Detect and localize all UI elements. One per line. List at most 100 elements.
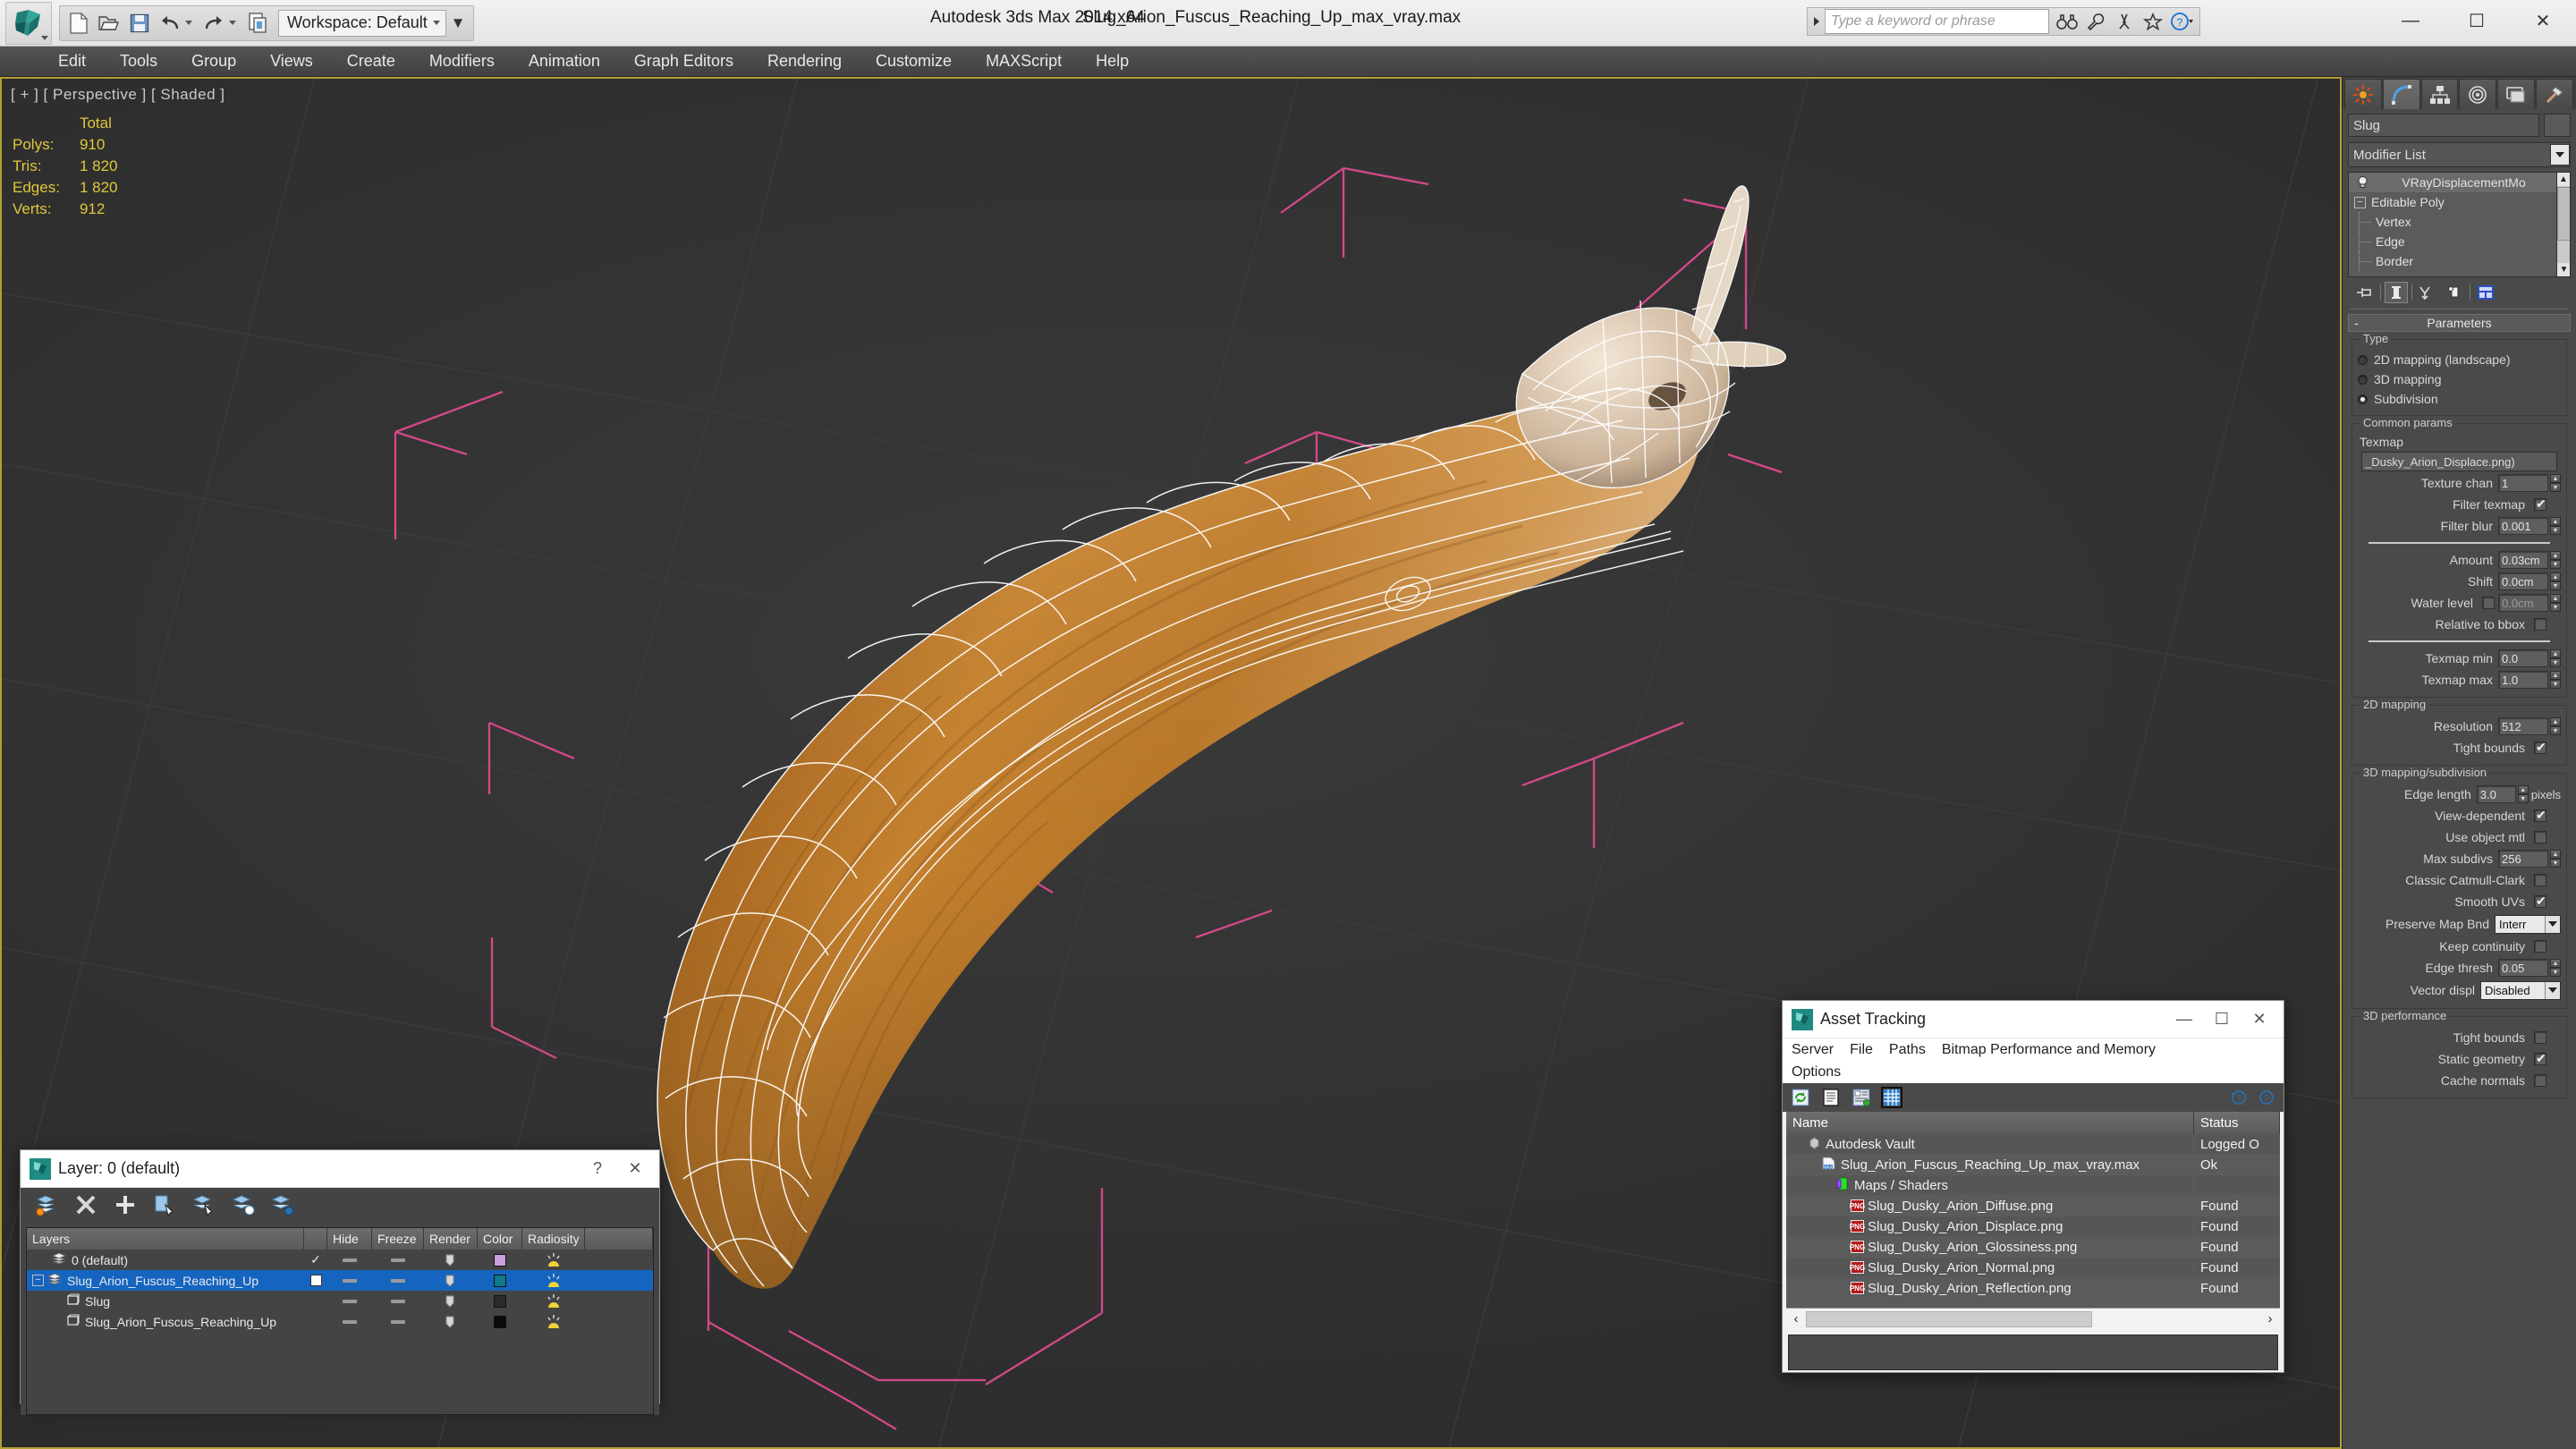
render-toggle[interactable] — [424, 1291, 478, 1311]
minimize-button[interactable]: — — [2165, 1002, 2203, 1038]
help-icon[interactable]: ? — [2255, 1087, 2276, 1108]
spinner-icon[interactable]: ▲ ▼ — [2550, 551, 2561, 569]
texmap-max-input[interactable]: 1.0 — [2498, 671, 2548, 689]
spinner-icon[interactable]: ▲ ▼ — [2550, 474, 2561, 492]
close-button[interactable]: ✕ — [616, 1151, 654, 1187]
scroll-left-icon[interactable]: ‹ — [1786, 1311, 1806, 1326]
table-row[interactable]: 0 (default) ✓ — [27, 1250, 653, 1270]
table-row[interactable]: PNG Slug_Dusky_Arion_Reflection.png Foun… — [1786, 1278, 2280, 1299]
help-new-icon[interactable]: ? — [2226, 1087, 2248, 1108]
display-tab[interactable] — [2497, 79, 2536, 109]
minimize-button[interactable]: — — [2377, 0, 2444, 41]
modifier-stack[interactable]: VRayDisplacementMo − Editable Poly Verte… — [2348, 172, 2571, 277]
star-icon[interactable] — [2139, 8, 2167, 35]
column-hide[interactable]: Hide — [327, 1228, 372, 1250]
motion-tab[interactable] — [2459, 79, 2497, 109]
open-file-icon[interactable] — [94, 8, 124, 38]
water-level-input[interactable]: 0.0cm — [2498, 594, 2548, 612]
layer-properties-icon[interactable] — [271, 1193, 296, 1218]
stack-item-editable-poly[interactable]: − Editable Poly — [2349, 192, 2570, 212]
app-logo-button[interactable] — [5, 1, 52, 45]
amount-input[interactable]: 0.03cm — [2498, 551, 2548, 569]
texture-chan-input[interactable]: 1 — [2498, 474, 2548, 492]
hide-toggle[interactable] — [327, 1250, 372, 1270]
spinner-icon[interactable]: ▲ ▼ — [2550, 850, 2561, 868]
static-geometry-checkbox[interactable] — [2534, 1051, 2546, 1066]
menu-item-maxscript[interactable]: MAXScript — [969, 47, 1079, 77]
spinner-icon[interactable]: ▲ ▼ — [2550, 717, 2561, 735]
menu-item-options[interactable]: Options — [1792, 1061, 1841, 1083]
redo-icon[interactable] — [199, 8, 229, 38]
layer-dialog-titlebar[interactable]: Layer: 0 (default) ? ✕ — [21, 1150, 659, 1188]
menu-item-help[interactable]: Help — [1079, 47, 1146, 77]
view-dependent-checkbox[interactable] — [2534, 808, 2546, 823]
close-button[interactable]: ✕ — [2510, 0, 2576, 41]
add-layer-icon[interactable] — [114, 1193, 139, 1218]
object-color-swatch[interactable] — [2544, 114, 2571, 137]
water-level-checkbox[interactable] — [2482, 597, 2495, 609]
binoculars-icon[interactable] — [2053, 8, 2081, 35]
edge-length-input[interactable]: 3.0 — [2476, 785, 2516, 803]
modifier-stack-scrollbar[interactable]: ▲ ▼ — [2556, 173, 2570, 276]
menu-item-views[interactable]: Views — [253, 47, 330, 77]
hide-toggle[interactable] — [327, 1291, 372, 1311]
menu-item-tools[interactable]: Tools — [103, 47, 174, 77]
column-current[interactable] — [304, 1228, 327, 1250]
undo-dropdown-icon[interactable] — [185, 21, 192, 25]
menu-item-create[interactable]: Create — [330, 47, 412, 77]
help-icon[interactable]: ? — [2167, 8, 2196, 35]
menu-item-customize[interactable]: Customize — [859, 47, 969, 77]
search-expand-icon[interactable] — [1808, 8, 1826, 35]
menu-item-paths[interactable]: Paths — [1889, 1038, 1926, 1061]
shift-input[interactable]: 0.0cm — [2498, 572, 2548, 590]
light-bulb-icon[interactable] — [2356, 175, 2370, 190]
stack-item-vraydisplacement[interactable]: VRayDisplacementMo — [2349, 173, 2570, 192]
column-render[interactable]: Render — [424, 1228, 478, 1250]
asset-tracking-titlebar[interactable]: Asset Tracking — ☐ ✕ — [1783, 1001, 2284, 1038]
menu-item-group[interactable]: Group — [174, 47, 253, 77]
parameters-rollup-header[interactable]: - Parameters — [2348, 314, 2571, 332]
hide-toggle[interactable] — [327, 1311, 372, 1332]
wrench-icon[interactable] — [2081, 8, 2110, 35]
current-layer-check[interactable]: ✓ — [304, 1250, 327, 1270]
workspace-selector[interactable]: Workspace: Default — [278, 9, 446, 37]
stack-subobject-border[interactable]: Border — [2349, 251, 2570, 271]
collapse-icon[interactable]: − — [32, 1275, 44, 1286]
layer-grid[interactable]: Layers Hide Freeze Render Color Radiosit… — [26, 1227, 654, 1415]
save-file-icon[interactable] — [124, 8, 155, 38]
scrollbar-thumb[interactable] — [1806, 1310, 2092, 1327]
select-objects-in-layer-icon[interactable] — [153, 1193, 178, 1218]
spinner-icon[interactable]: ▲ ▼ — [2550, 671, 2561, 689]
menu-item-modifiers[interactable]: Modifiers — [412, 47, 512, 77]
spinner-icon[interactable]: ▲ ▼ — [2550, 572, 2561, 590]
max-subdivs-input[interactable]: 256 — [2498, 850, 2548, 868]
filter-texmap-checkbox[interactable] — [2534, 496, 2546, 512]
new-file-icon[interactable] — [64, 8, 94, 38]
search-input[interactable]: Type a keyword or phrase — [1826, 9, 2049, 34]
project-folder-icon[interactable] — [242, 8, 273, 38]
table-row[interactable]: Maps / Shaders — [1786, 1175, 2280, 1196]
maximize-button[interactable]: ☐ — [2203, 1002, 2241, 1038]
table-row[interactable]: PNG Slug_Dusky_Arion_Glossiness.png Foun… — [1786, 1237, 2280, 1258]
column-freeze[interactable]: Freeze — [372, 1228, 424, 1250]
radio-2d-mapping[interactable]: 2D mapping (landscape) — [2358, 351, 2561, 369]
spinner-icon[interactable]: ▲ ▼ — [2550, 594, 2561, 612]
column-status[interactable]: Status — [2194, 1112, 2280, 1134]
table-row[interactable]: PNG Slug_Dusky_Arion_Diffuse.png Found — [1786, 1196, 2280, 1216]
texmap-button[interactable]: _Dusky_Arion_Displace.png) — [2361, 452, 2557, 471]
resolution-input[interactable]: 512 — [2498, 717, 2548, 735]
highlight-selected-objects-icon[interactable] — [232, 1193, 257, 1218]
modifier-list-dropdown[interactable]: Modifier List — [2348, 142, 2571, 167]
edge-thresh-input[interactable]: 0.05 — [2498, 959, 2548, 977]
preserve-map-bnd-dropdown[interactable]: Interr — [2495, 914, 2561, 934]
current-layer-check[interactable] — [304, 1270, 327, 1291]
table-row[interactable]: Slug_Arion_Fuscus_Reaching_Up — [27, 1311, 653, 1332]
radiosity-toggle[interactable] — [522, 1250, 585, 1270]
render-toggle[interactable] — [424, 1250, 478, 1270]
color-swatch[interactable] — [478, 1291, 522, 1311]
tight-bounds-perf-checkbox[interactable] — [2534, 1031, 2546, 1044]
color-swatch[interactable] — [478, 1270, 522, 1291]
menu-item-bitmap-performance[interactable]: Bitmap Performance and Memory — [1942, 1038, 2156, 1061]
use-object-mtl-checkbox[interactable] — [2534, 831, 2546, 843]
menu-item-file[interactable]: File — [1850, 1038, 1873, 1061]
